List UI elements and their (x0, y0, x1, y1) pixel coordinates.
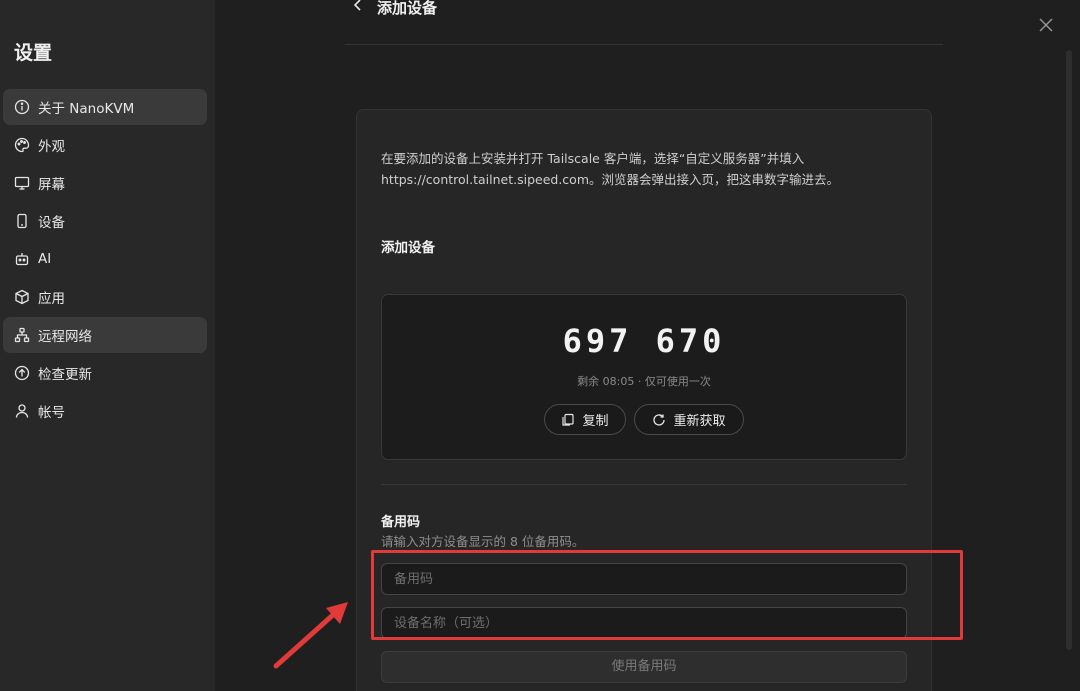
sidebar-item-label: 帐号 (38, 405, 65, 421)
section-divider (381, 484, 907, 485)
backup-title: 备用码 (381, 515, 421, 530)
sidebar-item-label: 关于 NanoKVM (38, 101, 135, 117)
sidebar-item-apps[interactable]: 应用 (3, 279, 207, 315)
sidebar-item-label: 远程网络 (38, 329, 92, 345)
monitor-icon (14, 175, 30, 191)
refresh-button[interactable]: 重新获取 (634, 404, 744, 435)
intro-text: 在要添加的设备上安装并打开 Tailscale 客户端，选择“自定义服务器”并填… (381, 151, 840, 187)
sidebar-item-account[interactable]: 帐号 (3, 393, 207, 429)
sidebar-item-remote-network[interactable]: 远程网络 (3, 317, 207, 353)
code-panel: 697 670 剩余 08:05 · 仅可使用一次 (381, 294, 907, 460)
refresh-icon (653, 413, 666, 426)
sidebar-item-label: 屏幕 (38, 177, 65, 193)
sidebar-item-about[interactable]: 关于 NanoKVM (3, 89, 207, 125)
update-icon (14, 365, 30, 381)
chevron-left-icon[interactable] (351, 0, 365, 15)
header-divider (345, 44, 943, 45)
info-icon (14, 99, 30, 115)
palette-icon (14, 137, 30, 153)
copy-label: 复制 (582, 414, 609, 429)
sidebar-item-appearance[interactable]: 外观 (3, 127, 207, 163)
sidebar-item-label: 外观 (38, 139, 65, 155)
sidebar-title: 设置 (14, 42, 53, 64)
sidebar-item-label: 应用 (38, 291, 65, 307)
backup-hint: 请输入对方设备显示的 8 位备用码。 (381, 534, 585, 549)
copy-button[interactable]: 复制 (544, 404, 626, 435)
section-title: 添加设备 (381, 240, 435, 256)
use-backup-code-button[interactable]: 使用备用码 (381, 651, 907, 683)
sidebar-item-screen[interactable]: 屏幕 (3, 165, 207, 201)
copy-icon (562, 413, 575, 426)
code-expiry: 剩余 08:05 · 仅可使用一次 (577, 375, 711, 388)
page-title: 添加设备 (377, 0, 438, 17)
sidebar: 设置 关于 NanoKVM 外观 屏幕 设备 AI 应用 远程网络 检查更新 帐… (0, 0, 215, 691)
sidebar-nav: 关于 NanoKVM 外观 屏幕 设备 AI 应用 远程网络 检查更新 帐号 (3, 89, 207, 431)
refresh-label: 重新获取 (673, 414, 726, 429)
sidebar-item-label: 设备 (38, 215, 65, 231)
arrow-annotation-icon (273, 602, 348, 669)
bot-icon (14, 251, 30, 267)
highlight-annotation (371, 550, 963, 640)
scrollbar[interactable] (1066, 50, 1072, 650)
sidebar-item-label: 检查更新 (38, 367, 92, 383)
package-icon (14, 289, 30, 305)
network-icon (14, 327, 30, 343)
sidebar-item-label: AI (38, 251, 52, 267)
sidebar-item-ai[interactable]: AI (3, 241, 207, 277)
device-icon (14, 213, 30, 229)
sidebar-item-device[interactable]: 设备 (3, 203, 207, 239)
close-icon[interactable] (1038, 17, 1054, 33)
settings-window: 设置 关于 NanoKVM 外观 屏幕 设备 AI 应用 远程网络 检查更新 帐… (0, 0, 1080, 691)
sidebar-item-updates[interactable]: 检查更新 (3, 355, 207, 391)
user-icon (14, 403, 30, 419)
auth-code: 697 670 (562, 322, 726, 360)
